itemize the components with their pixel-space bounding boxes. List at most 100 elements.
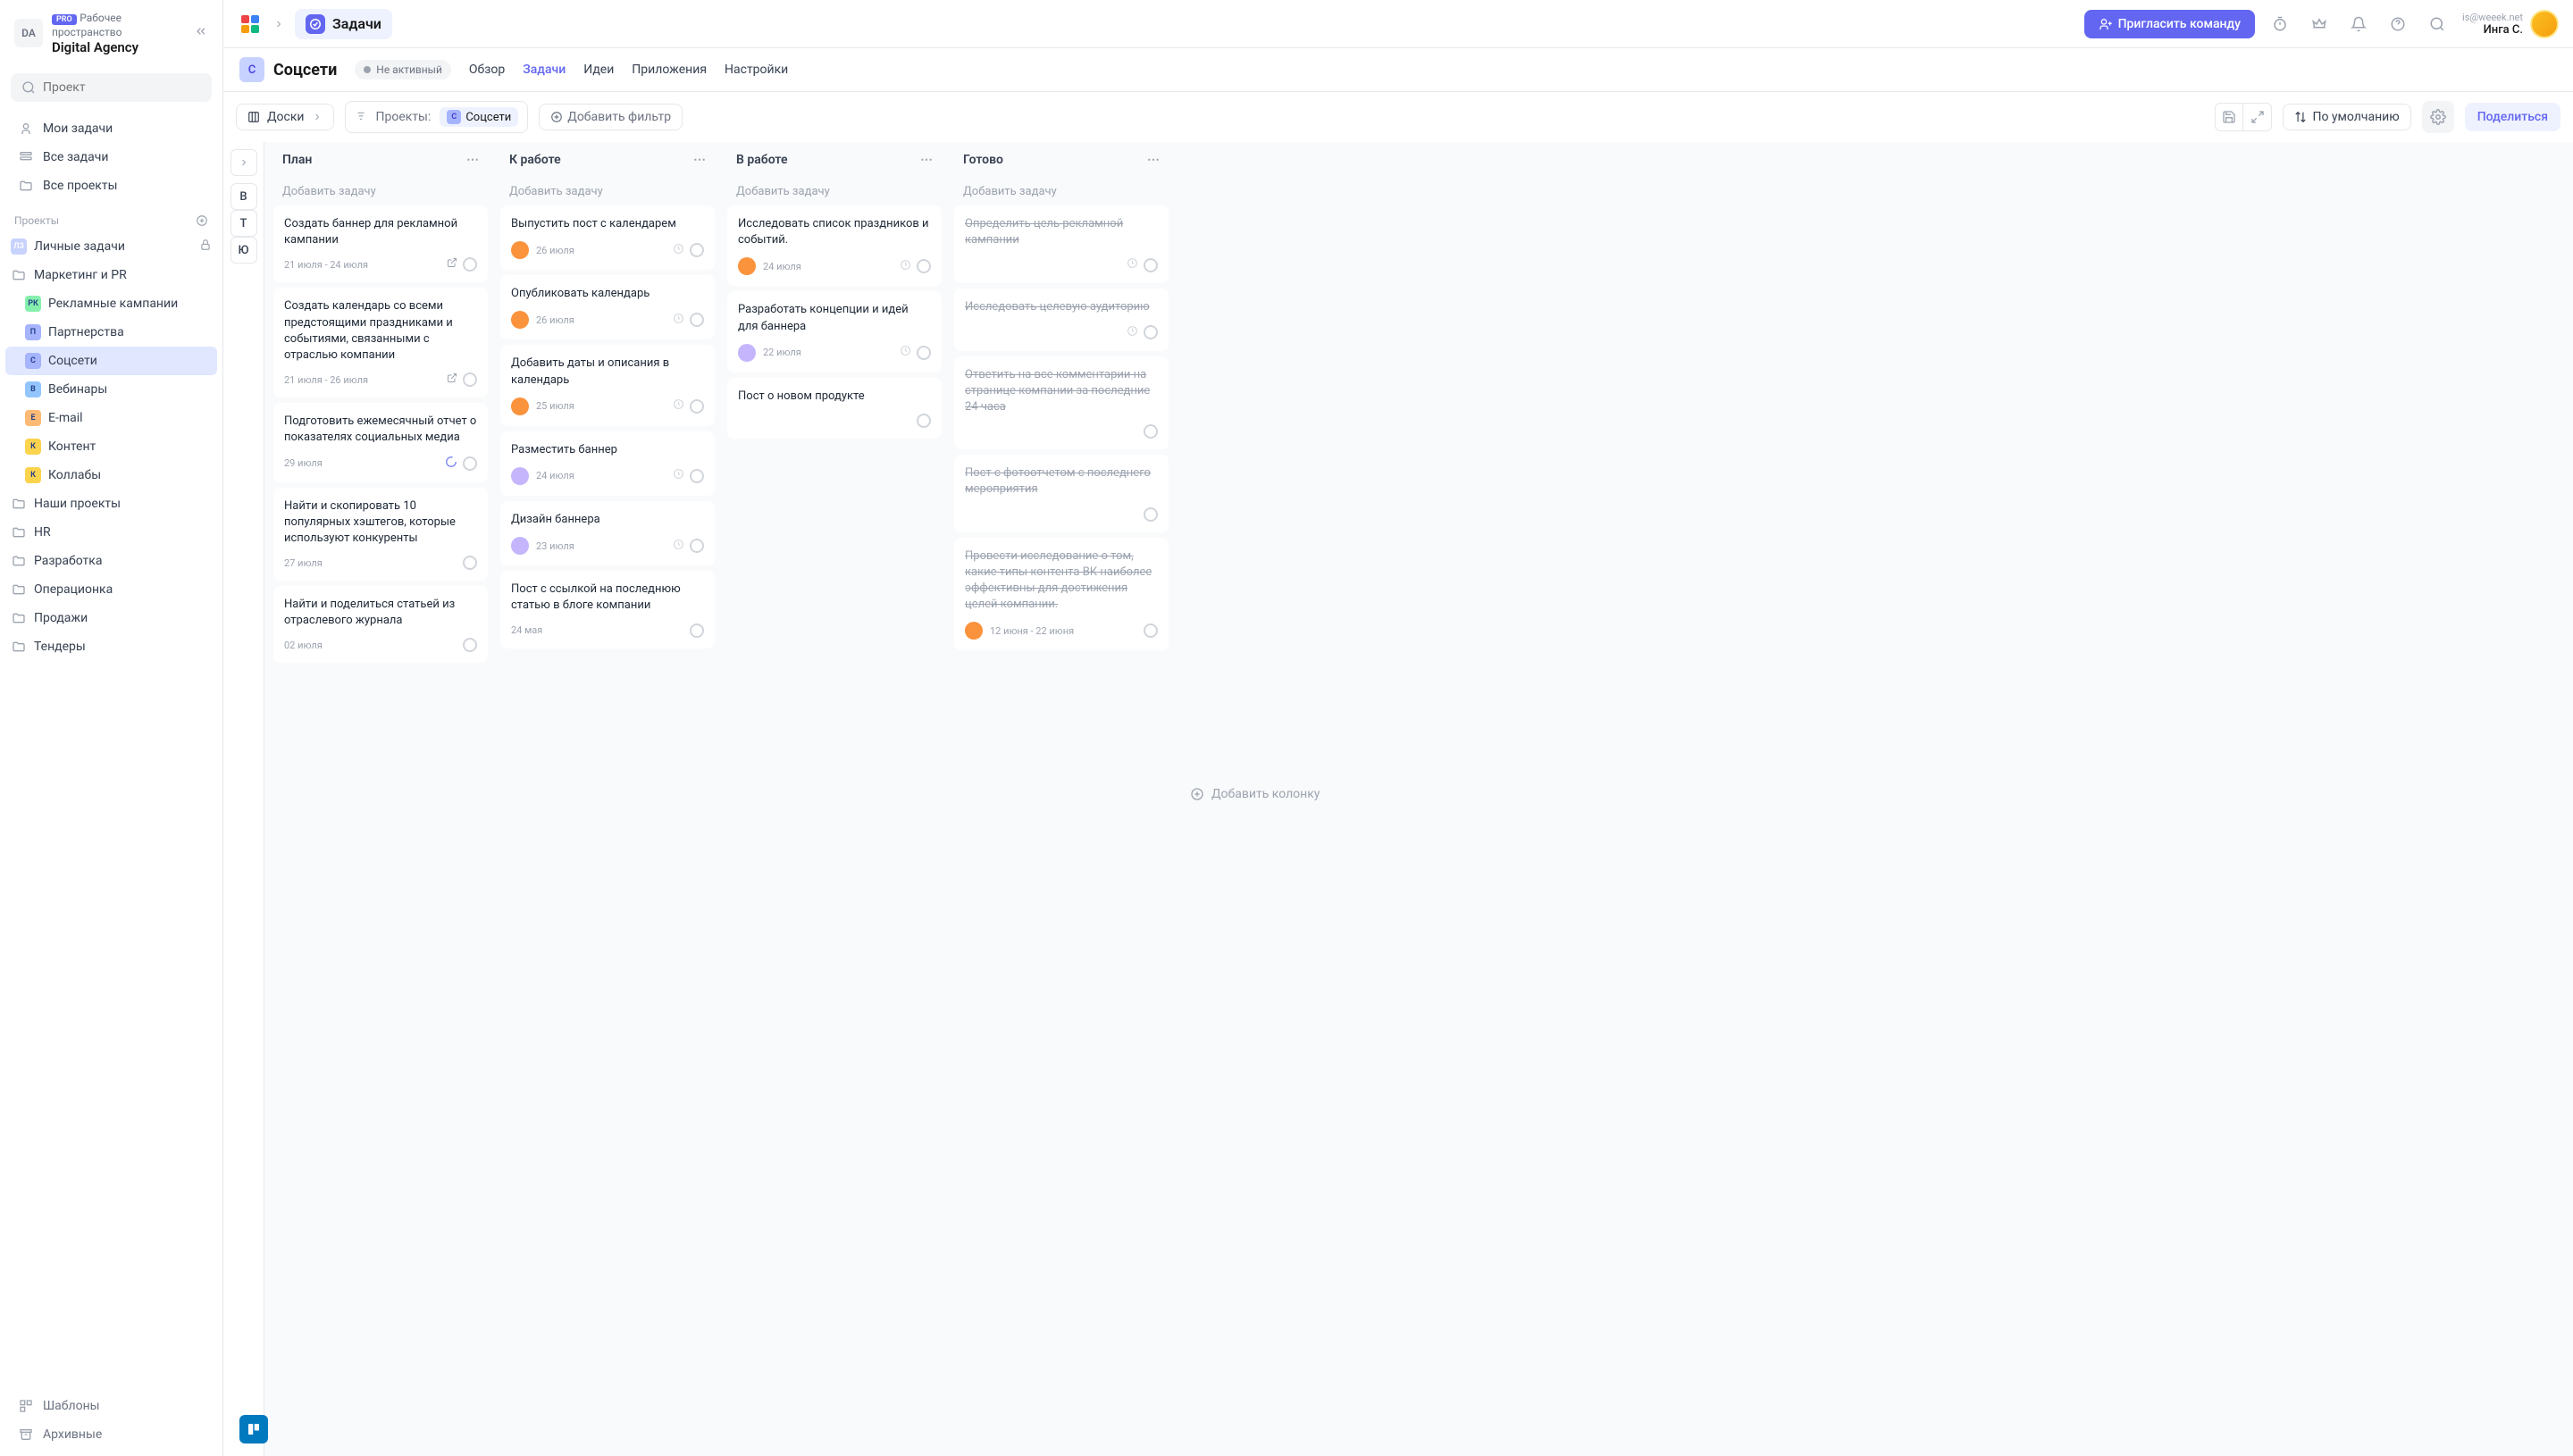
task-card[interactable]: Определить цель рекламной кампании: [954, 205, 1169, 283]
tab-настройки[interactable]: Настройки: [725, 59, 788, 80]
tab-задачи[interactable]: Задачи: [523, 59, 566, 80]
user-menu[interactable]: is@weeek.net Инга С.: [2462, 10, 2559, 38]
project-item[interactable]: ККоллабы: [0, 461, 222, 490]
add-project-icon[interactable]: [196, 214, 208, 227]
tab-приложения[interactable]: Приложения: [632, 59, 707, 80]
app-switcher-icon[interactable]: [238, 12, 263, 37]
status-circle-icon[interactable]: [463, 556, 477, 570]
tab-идеи[interactable]: Идеи: [583, 59, 614, 80]
project-search-input[interactable]: [43, 80, 202, 95]
project-folder[interactable]: Наши проекты: [0, 490, 222, 518]
nav-all-projects[interactable]: Все проекты: [7, 172, 215, 200]
nav-my-tasks[interactable]: Мои задачи: [7, 114, 215, 143]
board-settings-icon[interactable]: [2422, 101, 2454, 133]
project-folder[interactable]: Продажи: [0, 604, 222, 632]
save-view-icon[interactable]: [2215, 103, 2243, 131]
nav-templates[interactable]: Шаблоны: [7, 1392, 215, 1420]
workspace-header[interactable]: DA PRO Рабочее пространство Digital Agen…: [0, 0, 222, 66]
status-circle-icon[interactable]: [1144, 258, 1158, 272]
rail-filter-button[interactable]: Т: [230, 210, 257, 237]
project-item[interactable]: Маркетинг и PR: [0, 261, 222, 289]
task-card[interactable]: Найти и скопировать 10 популярных хэштег…: [273, 488, 488, 582]
sort-button[interactable]: По умолчанию: [2283, 104, 2410, 130]
collapse-sidebar-icon[interactable]: [194, 24, 208, 42]
add-task-input[interactable]: Добавить задачу: [497, 178, 718, 205]
filter-tag[interactable]: С Соцсети: [440, 107, 518, 127]
filter-icon[interactable]: [355, 111, 367, 123]
task-card[interactable]: Пост о новом продукте: [727, 378, 942, 439]
project-folder[interactable]: HR: [0, 518, 222, 547]
task-card[interactable]: Опубликовать календарь 26 июля: [500, 275, 715, 339]
task-card[interactable]: Найти и поделиться статьей из отраслевог…: [273, 586, 488, 663]
nav-all-tasks[interactable]: Все задачи: [7, 143, 215, 172]
status-circle-icon[interactable]: [463, 257, 477, 272]
task-card[interactable]: Пост с фотоотчетом с последнего мероприя…: [954, 455, 1169, 531]
task-card[interactable]: Пост с ссылкой на последнюю статью в бло…: [500, 571, 715, 648]
task-card[interactable]: Разработать концепции и идей для баннера…: [727, 291, 942, 372]
project-item[interactable]: ВВебинары: [0, 375, 222, 404]
invite-team-button[interactable]: Пригласить команду: [2084, 10, 2255, 38]
add-task-input[interactable]: Добавить задачу: [951, 178, 1172, 205]
project-status[interactable]: Не активный: [355, 60, 451, 79]
add-column-button[interactable]: Добавить колонку: [1178, 142, 1356, 1445]
project-folder[interactable]: Операционка: [0, 575, 222, 604]
task-card[interactable]: Исследовать целевую аудиторию: [954, 289, 1169, 350]
project-folder[interactable]: Разработка: [0, 547, 222, 575]
status-circle-icon[interactable]: [1144, 325, 1158, 339]
task-card[interactable]: Ответить на все комментарии на странице …: [954, 356, 1169, 450]
project-search[interactable]: [11, 73, 212, 102]
status-circle-icon[interactable]: [1144, 507, 1158, 522]
column-more-icon[interactable]: ⋯: [1147, 153, 1160, 167]
status-circle-icon[interactable]: [463, 456, 477, 471]
rail-filter-button[interactable]: Ю: [230, 237, 257, 264]
rail-filter-button[interactable]: В: [230, 183, 257, 210]
status-circle-icon[interactable]: [917, 346, 931, 360]
task-card[interactable]: Добавить даты и описания в календарь 25 …: [500, 345, 715, 425]
breadcrumb-tasks[interactable]: Задачи: [295, 9, 392, 39]
tab-обзор[interactable]: Обзор: [469, 59, 505, 80]
project-item[interactable]: EE-mail: [0, 404, 222, 432]
trello-import-icon[interactable]: [239, 1415, 268, 1443]
add-task-input[interactable]: Добавить задачу: [270, 178, 491, 205]
project-folder[interactable]: Тендеры: [0, 632, 222, 661]
column-more-icon[interactable]: ⋯: [693, 153, 706, 167]
status-circle-icon[interactable]: [917, 414, 931, 428]
project-item[interactable]: РКРекламные кампании: [0, 289, 222, 318]
status-circle-icon[interactable]: [1144, 424, 1158, 439]
status-circle-icon[interactable]: [1144, 623, 1158, 638]
task-card[interactable]: Создать баннер для рекламной кампании 21…: [273, 205, 488, 282]
status-circle-icon[interactable]: [690, 399, 704, 414]
column-more-icon[interactable]: ⋯: [920, 153, 933, 167]
project-item[interactable]: ССоцсети: [5, 347, 217, 375]
task-card[interactable]: Разместить баннер 24 июля: [500, 431, 715, 496]
nav-archive[interactable]: Архивные: [7, 1420, 215, 1449]
view-boards-button[interactable]: Доски: [236, 104, 334, 130]
task-card[interactable]: Выпустить пост с календарем 26 июля: [500, 205, 715, 270]
task-card[interactable]: Создать календарь со всеми предстоящими …: [273, 288, 488, 397]
status-circle-icon[interactable]: [463, 638, 477, 652]
task-card[interactable]: Исследовать список праздников и событий.…: [727, 205, 942, 286]
project-item[interactable]: ККонтент: [0, 432, 222, 461]
status-circle-icon[interactable]: [463, 372, 477, 387]
status-circle-icon[interactable]: [917, 259, 931, 273]
crown-icon[interactable]: [2305, 10, 2334, 38]
expand-icon[interactable]: [2243, 103, 2272, 131]
task-card[interactable]: Дизайн баннера 23 июля: [500, 501, 715, 565]
status-circle-icon[interactable]: [690, 623, 704, 638]
status-circle-icon[interactable]: [690, 469, 704, 483]
search-topbar-icon[interactable]: [2423, 10, 2451, 38]
task-card[interactable]: Провести исследование о том, какие типы …: [954, 538, 1169, 651]
status-circle-icon[interactable]: [690, 313, 704, 327]
column-more-icon[interactable]: ⋯: [466, 153, 479, 167]
status-circle-icon[interactable]: [690, 539, 704, 553]
rail-expand-icon[interactable]: [230, 149, 257, 176]
project-item[interactable]: ЛЗЛичные задачи: [0, 232, 222, 261]
help-icon[interactable]: [2384, 10, 2412, 38]
status-circle-icon[interactable]: [690, 243, 704, 257]
timer-icon[interactable]: [2266, 10, 2294, 38]
share-button[interactable]: Поделиться: [2465, 103, 2560, 131]
add-task-input[interactable]: Добавить задачу: [724, 178, 945, 205]
task-card[interactable]: Подготовить ежемесячный отчет о показате…: [273, 403, 488, 481]
bell-icon[interactable]: [2344, 10, 2373, 38]
add-filter-button[interactable]: Добавить фильтр: [539, 104, 683, 130]
